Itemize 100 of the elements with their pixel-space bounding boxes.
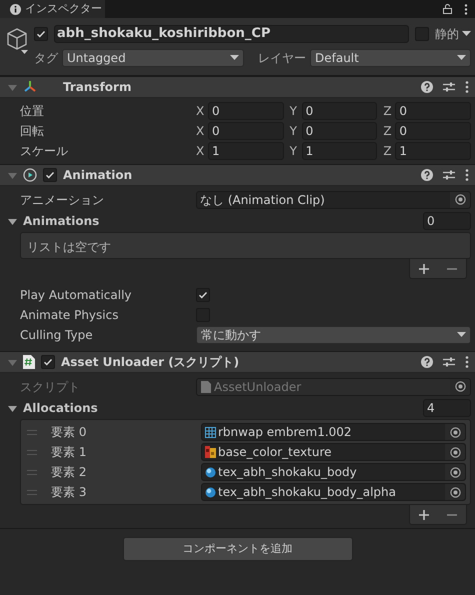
layer-label: レイヤー [258, 50, 306, 67]
object-field-value: tex_abh_shokaku_body [217, 464, 358, 481]
add-component-button[interactable]: コンポーネントを追加 [122, 537, 352, 561]
axis-label: X [196, 103, 206, 120]
component-header[interactable]: Animation [0, 165, 475, 186]
empty-list-text: リストは空です [26, 239, 112, 256]
drag-handle-icon[interactable] [27, 470, 37, 474]
number-field[interactable]: 0 [208, 122, 284, 140]
list-title: Allocations [23, 400, 99, 417]
object-picker-button[interactable] [445, 464, 465, 480]
object-picker-button[interactable] [445, 444, 465, 460]
enable-checkbox[interactable] [43, 168, 57, 182]
checkmark-icon [198, 290, 208, 300]
dropdown[interactable]: 常に動かす [196, 326, 471, 344]
transform-axes-icon [23, 80, 37, 94]
axis-label: Z [383, 103, 393, 120]
checkmark-icon [45, 170, 55, 180]
static-dropdown[interactable]: 静的 [435, 25, 471, 43]
component-header[interactable]: Transform [0, 77, 475, 98]
list-count-field[interactable]: 4 [423, 399, 471, 417]
number-field[interactable]: 1 [208, 142, 284, 160]
field-label: Play Automatically [20, 287, 133, 304]
script-file-icon [23, 355, 35, 369]
component-header[interactable]: Asset Unloader (スクリプト) [0, 352, 475, 373]
enable-checkbox[interactable] [41, 355, 55, 369]
object-field-value: tex_abh_shokaku_body_alpha [217, 484, 397, 501]
drag-handle-icon[interactable] [27, 430, 37, 434]
number-field[interactable]: 1 [395, 142, 472, 160]
number-field[interactable]: 0 [395, 102, 472, 120]
dropdown-caret-icon [462, 31, 471, 37]
element-label: 要素 2 [51, 464, 88, 481]
target-icon [454, 194, 466, 205]
dropdown-caret-icon[interactable] [21, 50, 28, 54]
number-field[interactable]: 0 [302, 122, 378, 140]
field-label: 位置 [20, 103, 45, 120]
sliders-icon[interactable] [443, 356, 455, 368]
object-picker-button[interactable] [445, 424, 465, 440]
element-label: 要素 3 [51, 484, 88, 501]
help-icon[interactable] [421, 356, 433, 368]
tag-label: タグ [34, 50, 58, 67]
dropdown-caret-icon [457, 55, 466, 61]
object-field-value: AssetUnloader [213, 378, 302, 396]
script-file-icon [201, 380, 211, 392]
axis-label: Z [383, 143, 393, 160]
more-icon[interactable] [465, 169, 469, 181]
layer-dropdown[interactable]: Default [310, 49, 471, 67]
active-checkbox[interactable] [34, 27, 48, 41]
object-name-field[interactable]: abh_shokaku_koshiribbon_CP [54, 25, 409, 43]
dropdown-caret-icon [457, 332, 466, 338]
axis-label: Y [290, 123, 298, 140]
lock-icon[interactable] [443, 4, 452, 14]
tag-dropdown[interactable]: Untagged [62, 49, 244, 67]
help-icon[interactable] [421, 81, 433, 93]
axis-label: Y [290, 103, 298, 120]
field-label: スクリプト [20, 378, 81, 396]
checkbox[interactable] [196, 288, 210, 302]
component-title: Animation [63, 167, 132, 184]
target-icon [450, 426, 460, 438]
add-icon[interactable] [419, 510, 429, 520]
list-title: Animations [23, 213, 100, 230]
object-field-value: base_color_texture [217, 444, 332, 461]
number-field[interactable]: 0 [208, 102, 284, 120]
list-count-field[interactable]: 0 [423, 212, 471, 230]
target-icon [450, 486, 460, 498]
foldout-arrow-icon[interactable] [8, 404, 17, 412]
foldout-arrow-icon[interactable] [8, 216, 17, 226]
number-field[interactable]: 0 [302, 102, 378, 120]
target-icon [450, 446, 460, 458]
more-icon[interactable] [465, 81, 469, 93]
object-field[interactable]: rbnwap embrem1.002 [201, 423, 466, 441]
object-field[interactable]: tex_abh_shokaku_body_alpha [201, 483, 466, 501]
number-field[interactable]: 0 [395, 122, 472, 140]
sliders-icon[interactable] [443, 81, 455, 93]
object-picker-button[interactable] [445, 484, 465, 500]
element-label: 要素 0 [51, 424, 88, 441]
inspector-tab[interactable]: インスペクター [0, 0, 105, 18]
texture-icon [205, 446, 216, 458]
add-icon[interactable] [419, 264, 429, 274]
info-icon [10, 4, 21, 14]
sliders-icon[interactable] [443, 169, 455, 181]
drag-handle-icon[interactable] [27, 490, 37, 494]
help-icon[interactable] [421, 169, 433, 181]
checkmark-icon [43, 357, 53, 367]
field-label: Animate Physics [20, 307, 120, 324]
object-field[interactable]: なし (Animation Clip) [196, 190, 471, 208]
play-circle-icon [23, 168, 37, 182]
axis-label: X [196, 143, 206, 160]
object-field[interactable]: tex_abh_shokaku_body [201, 463, 466, 481]
number-field[interactable]: 1 [302, 142, 378, 160]
target-icon [454, 381, 466, 392]
drag-handle-icon[interactable] [27, 450, 37, 454]
field-label: 回転 [20, 123, 45, 140]
more-icon[interactable] [465, 356, 469, 368]
field-label: アニメーション [20, 192, 105, 208]
dropdown-caret-icon [230, 55, 239, 61]
object-picker-button[interactable] [450, 192, 470, 208]
object-field[interactable]: base_color_texture [201, 443, 466, 461]
component-title: Transform [63, 79, 132, 96]
object-field-value: rbnwap embrem1.002 [217, 424, 353, 441]
more-icon[interactable] [464, 4, 468, 14]
